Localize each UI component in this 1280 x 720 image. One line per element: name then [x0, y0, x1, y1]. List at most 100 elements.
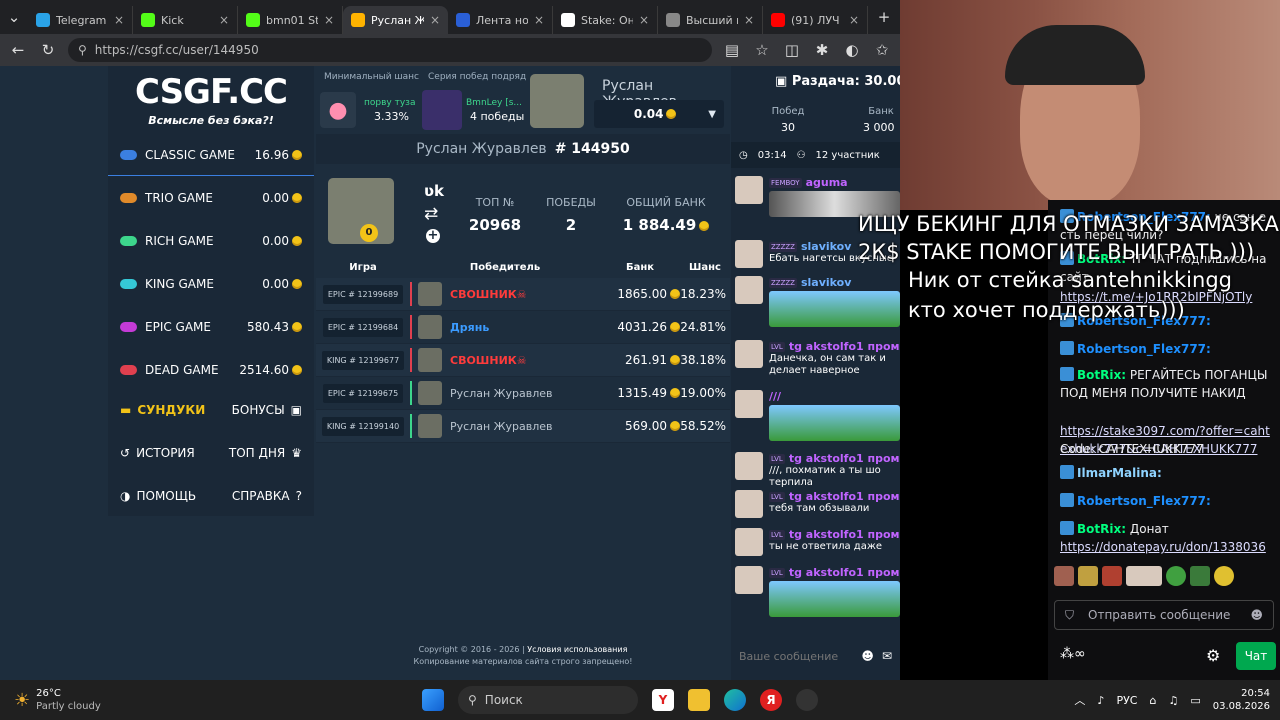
input-language[interactable]: РУС — [1116, 694, 1137, 707]
reader-mode-icon[interactable]: ▤ — [722, 41, 742, 59]
browser-tab[interactable]: bmn01 Strea × — [238, 6, 343, 34]
emoji-icon[interactable]: ☻ — [861, 649, 874, 663]
winner-avatar[interactable] — [418, 414, 442, 438]
clock[interactable]: 20:54 03.08.2026 — [1213, 687, 1270, 713]
game-badge[interactable]: EPIC # 12199689 — [322, 284, 404, 304]
chat-username[interactable]: tg akstolfo1 промо — [789, 490, 900, 503]
game-mode-item[interactable]: EPIC GAME 580.43 — [108, 306, 314, 348]
winner-avatar[interactable] — [418, 348, 442, 372]
game-mode-item[interactable]: TRIO GAME 0.00 — [108, 177, 314, 219]
sidebar-link[interactable]: СПРАВКА? — [211, 489, 302, 503]
game-badge[interactable]: KING # 12199677 — [321, 350, 405, 370]
history-row[interactable]: EPIC # 12199684 Дрянь 4031.26 24.81% — [316, 311, 730, 344]
game-mode-item[interactable]: CLASSIC GAME 16.96 — [108, 134, 314, 176]
site-logo[interactable]: CSGF.CC — [108, 72, 314, 112]
vpn-icon[interactable]: ◫ — [782, 41, 802, 59]
chat-username[interactable]: tg akstolfo1 промо — [789, 340, 900, 353]
favorites-icon[interactable]: ✩ — [872, 41, 892, 59]
winner-name[interactable]: СВОШНИК☠ — [450, 288, 527, 301]
chat-avatar[interactable] — [735, 452, 763, 480]
profile-icon[interactable]: ◐ — [842, 41, 862, 59]
chat-avatar[interactable] — [735, 176, 763, 204]
obs-icon[interactable] — [796, 689, 818, 711]
game-mode-item[interactable]: RICH GAME 0.00 — [108, 220, 314, 262]
favorite-star-icon[interactable]: ☆ — [752, 41, 772, 59]
reload-icon[interactable]: ↻ — [38, 41, 58, 59]
points-icon[interactable]: ⁂∞ — [1060, 646, 1086, 662]
terms-link[interactable]: Условия использования — [527, 645, 627, 654]
vk-icon[interactable]: ʋk — [424, 182, 444, 200]
tray-chevron-icon[interactable]: ︿ — [1074, 692, 1085, 708]
chat-avatar[interactable] — [735, 528, 763, 556]
twitch-username[interactable]: BotRix: — [1077, 522, 1126, 536]
chat-avatar[interactable] — [735, 390, 763, 418]
chat-username[interactable]: /// — [769, 390, 781, 403]
yandex-browser-icon[interactable]: Я — [760, 689, 782, 711]
chat-username[interactable]: tg akstolfo1 промо — [789, 452, 900, 465]
transfer-icon[interactable]: ⇄ — [424, 204, 438, 224]
winner-name[interactable]: Руслан Журавлев — [450, 387, 553, 400]
browser-tab[interactable]: Stake: Онлай × — [553, 6, 658, 34]
history-row[interactable]: EPIC # 12199675 Руслан Журавлев 1315.49 19.… — [316, 377, 730, 410]
browser-tab[interactable]: Telegram We × — [28, 6, 133, 34]
browser-tab[interactable]: Kick × — [133, 6, 238, 34]
twitch-username[interactable]: BotRix: — [1077, 368, 1126, 382]
game-mode-item[interactable]: KING GAME 0.00 — [108, 263, 314, 305]
edge-browser-icon[interactable] — [724, 689, 746, 711]
browser-tab[interactable]: (91) ЛУЧ × — [763, 6, 868, 34]
winner-avatar[interactable] — [418, 315, 442, 339]
chat-input[interactable] — [739, 649, 854, 663]
chat-username[interactable]: slavikov — [801, 240, 851, 253]
chat-avatar[interactable] — [735, 340, 763, 368]
chat-avatar[interactable] — [735, 490, 763, 518]
game-mode-item[interactable]: DEAD GAME 2514.60 — [108, 349, 314, 391]
streak-avatar[interactable] — [422, 90, 462, 130]
tab-close-icon[interactable]: × — [114, 13, 124, 27]
weather-widget[interactable]: ☀ 26°C Partly cloudy — [0, 687, 120, 713]
winner-avatar[interactable] — [418, 282, 442, 306]
sidebar-link[interactable]: ◑ ПОМОЩЬ — [120, 489, 211, 503]
winner-name[interactable]: СВОШНИК☠ — [450, 354, 527, 367]
min-chance-name[interactable]: порву туза — [364, 98, 415, 108]
balance-dropdown-icon[interactable]: ▼ — [708, 109, 716, 120]
chat-avatar[interactable] — [735, 240, 763, 268]
chat-avatar[interactable] — [735, 566, 763, 594]
start-windows-icon[interactable] — [422, 689, 444, 711]
tab-close-icon[interactable]: × — [534, 13, 544, 27]
network-icon[interactable]: ⌂ — [1149, 694, 1156, 707]
mic-icon[interactable]: ♪ — [1097, 694, 1104, 707]
history-row[interactable]: KING # 12199140 Руслан Журавлев 569.00 58.5… — [316, 410, 730, 443]
extensions-icon[interactable]: ✱ — [812, 41, 832, 59]
site-info-icon[interactable]: ⚲ — [78, 43, 87, 57]
address-bar[interactable]: ⚲ https://csgf.cc/user/144950 — [68, 38, 712, 62]
new-tab-plus-icon[interactable]: + — [874, 8, 894, 26]
tab-list-chevron-icon[interactable]: ⌄ — [0, 8, 28, 26]
tab-close-icon[interactable]: × — [324, 13, 334, 27]
tab-close-icon[interactable]: × — [430, 13, 440, 27]
taskbar-search[interactable]: ⚲ Поиск — [458, 686, 638, 714]
twitch-chat-input[interactable]: ⛉ Отправить сообщение ☻ — [1054, 600, 1274, 630]
tab-close-icon[interactable]: × — [219, 13, 229, 27]
sidebar-link[interactable]: ТОП ДНЯ ♛ — [211, 446, 302, 460]
add-friend-icon[interactable]: + — [426, 229, 440, 243]
history-row[interactable]: EPIC # 12199689 СВОШНИК☠ 1865.00 18.23% — [316, 278, 730, 311]
browser-tab[interactable]: Высший пи × — [658, 6, 763, 34]
volume-icon[interactable]: ♫ — [1168, 694, 1178, 707]
twitch-message-link[interactable]: https://donatepay.ru/don/1338036 — [1060, 540, 1266, 554]
tab-close-icon[interactable]: × — [639, 13, 649, 27]
settings-gear-icon[interactable]: ⚙ — [1206, 646, 1220, 665]
chat-avatar[interactable] — [735, 276, 763, 304]
sidebar-link[interactable]: ↺ ИСТОРИЯ — [120, 446, 211, 460]
history-row[interactable]: KING # 12199677 СВОШНИК☠ 261.91 38.18% — [316, 344, 730, 377]
battery-icon[interactable]: ▭ — [1190, 694, 1200, 707]
game-badge[interactable]: EPIC # 12199675 — [322, 383, 404, 403]
streak-name[interactable]: BmnLey [s... — [466, 98, 522, 108]
tab-close-icon[interactable]: × — [849, 13, 859, 27]
browser-tab[interactable]: Руслан Жура × — [343, 6, 448, 34]
twitch-username[interactable]: Robertson_Flex777: — [1077, 342, 1211, 356]
chat-username[interactable]: slavikov — [801, 276, 851, 289]
chat-username[interactable]: aguma — [806, 176, 848, 189]
balance-box[interactable]: 0.04 ▼ — [594, 100, 724, 128]
yandex-app-icon[interactable]: Y — [652, 689, 674, 711]
twitch-username[interactable]: IlmarMalina: — [1077, 466, 1162, 480]
